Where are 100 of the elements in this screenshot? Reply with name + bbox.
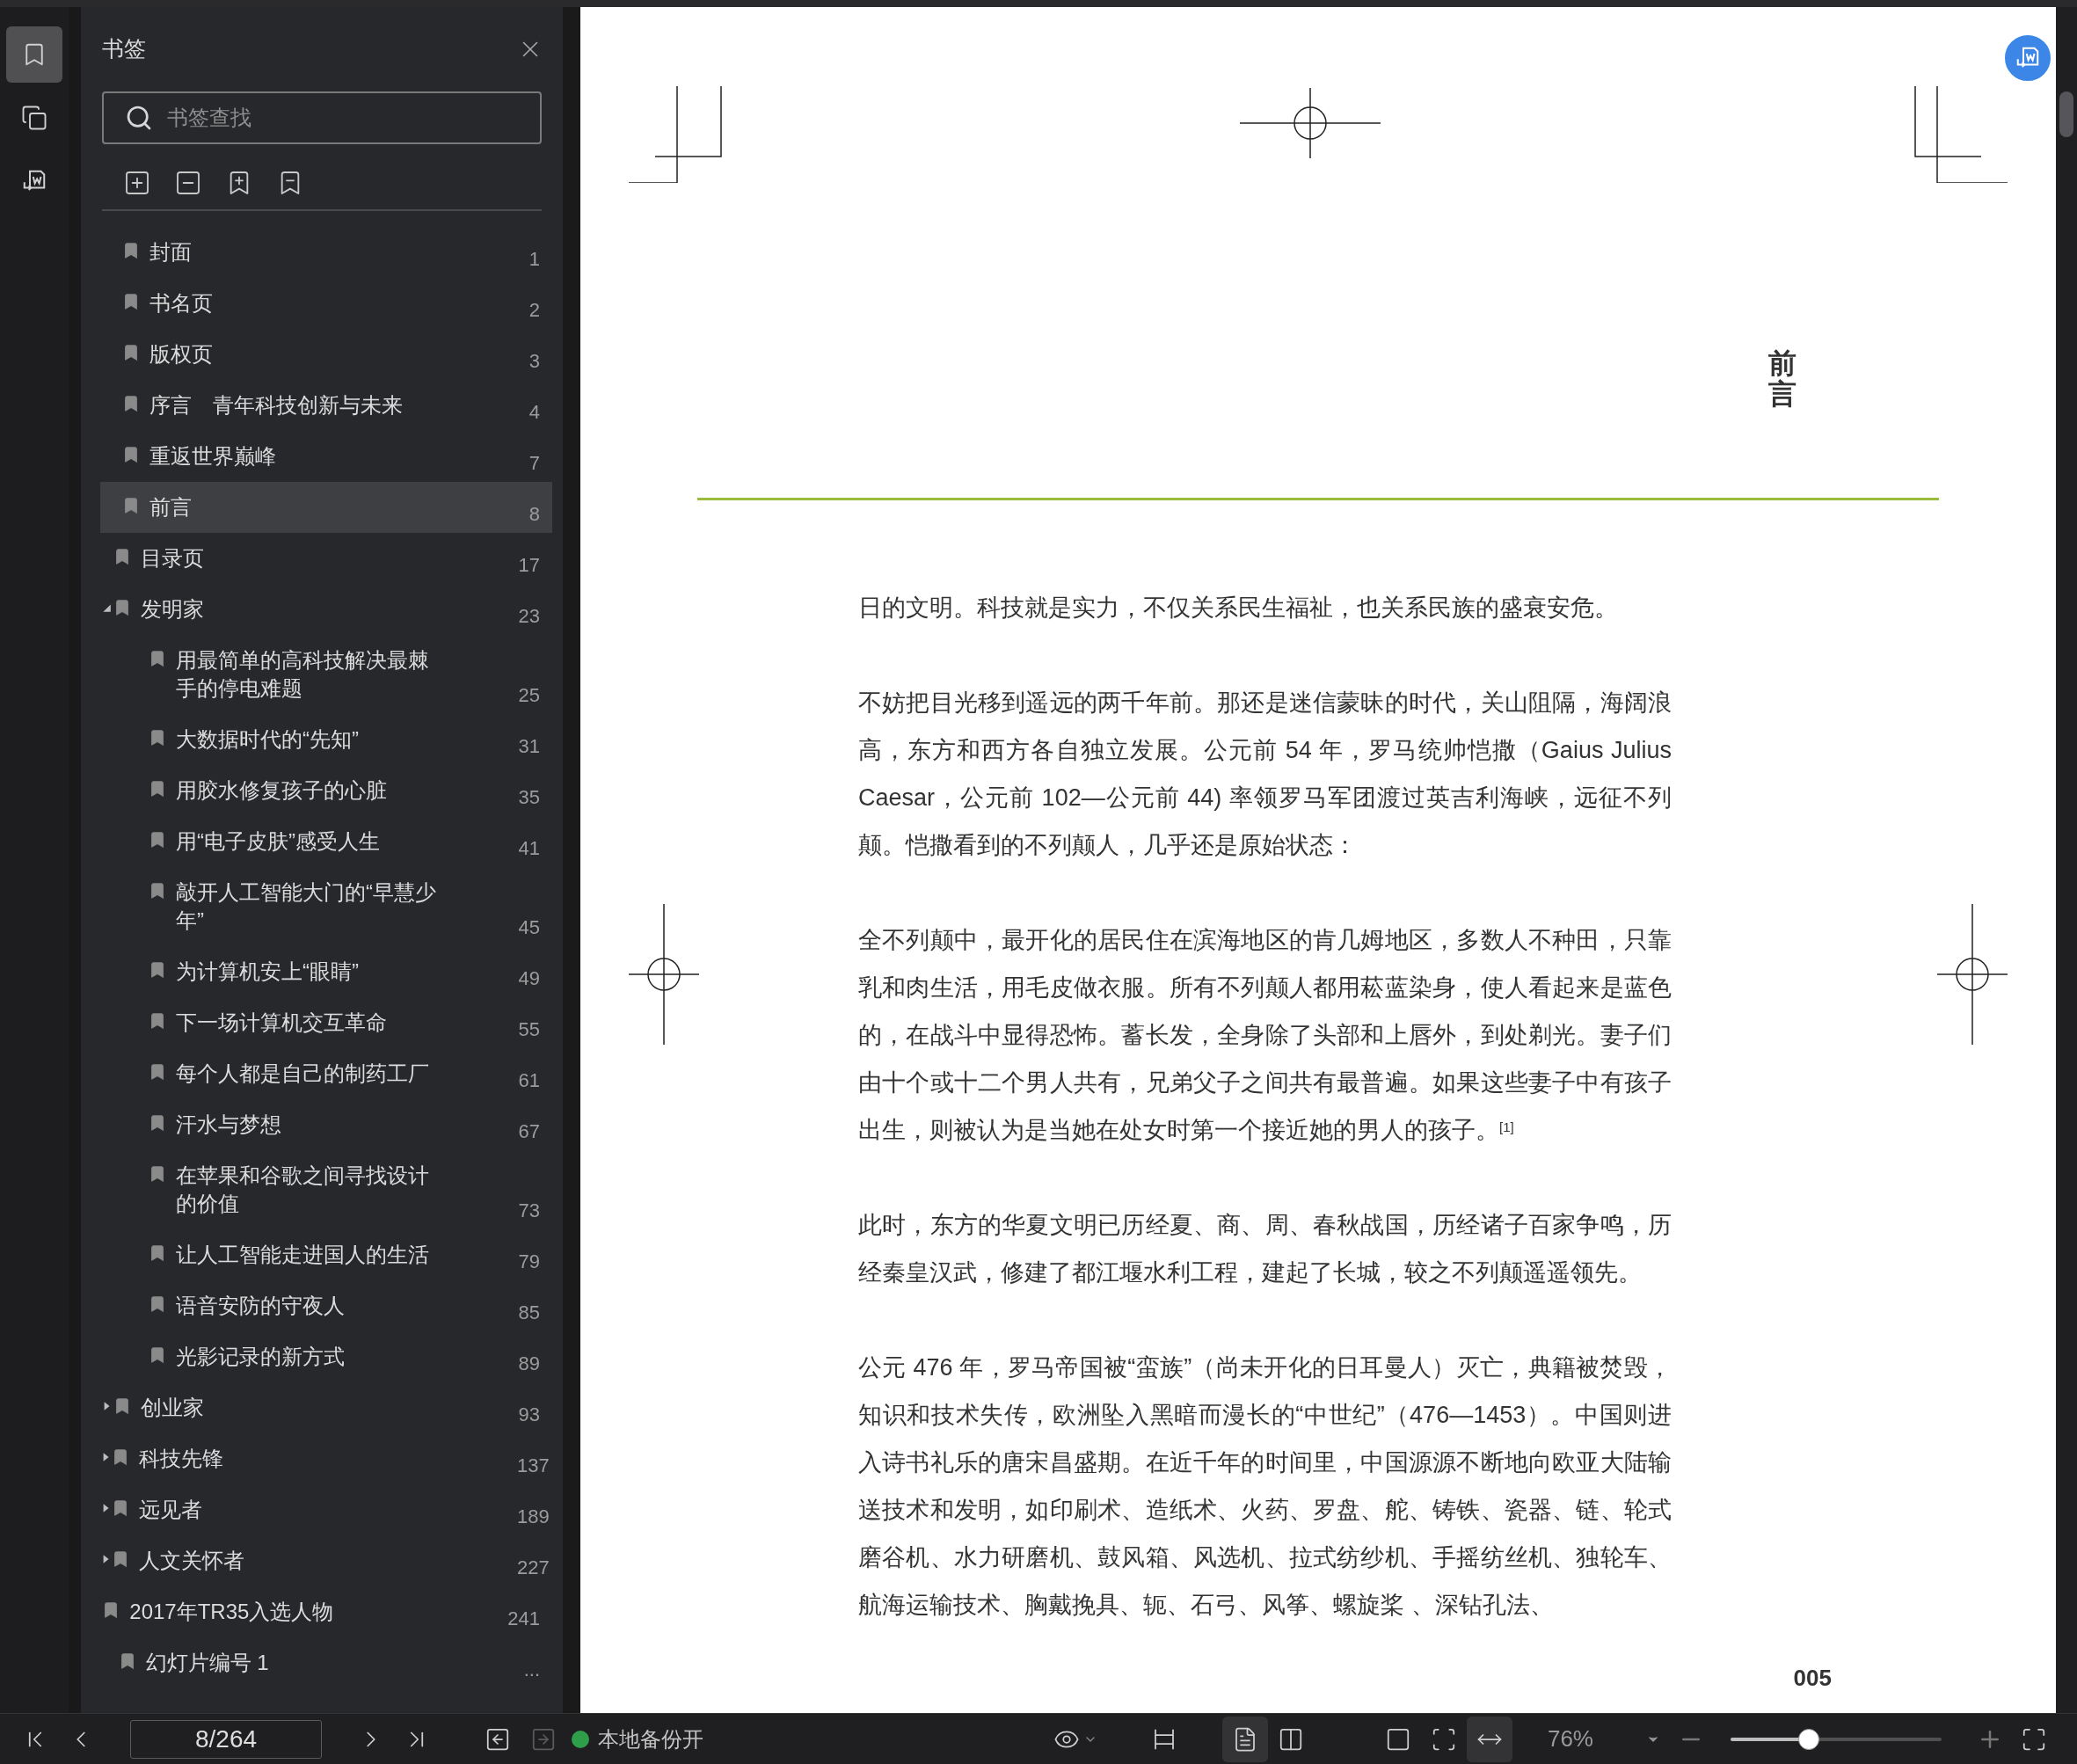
bookmark-label: 在苹果和谷歌之间寻找设计的价值	[176, 1163, 430, 1217]
bookmark-label: 书名页	[149, 290, 214, 317]
page-number: 89	[518, 1352, 540, 1376]
page-number: 45	[518, 915, 540, 940]
page-number: 31	[518, 734, 540, 759]
bookmark-label: 用胶水修复孩子的心脏	[176, 777, 388, 804]
zoom-dropdown[interactable]: 76%	[1547, 1722, 1660, 1756]
bookmark-label: 光影记录的新方式	[176, 1344, 346, 1370]
bookmark-item[interactable]: 前言 8	[100, 482, 552, 533]
bookmark-label: 目录页	[140, 545, 205, 572]
page-number: 7	[528, 451, 540, 476]
bookmark-item[interactable]: 远见者 189	[100, 1484, 552, 1535]
bookmark-label: 版权页	[149, 341, 214, 368]
page-number: 61	[518, 1068, 540, 1093]
bookmark-item[interactable]: 目录页 17	[100, 533, 552, 584]
bookmark-item[interactable]: 用胶水修复孩子的心脏 35	[100, 765, 552, 816]
expand-all-icon[interactable]	[123, 169, 151, 197]
bookmark-item[interactable]: 为计算机安上“眼睛” 49	[100, 946, 552, 997]
bookmark-label: 每个人都是自己的制药工厂	[176, 1061, 430, 1087]
bookmark-item[interactable]: 每个人都是自己的制药工厂 61	[100, 1048, 552, 1099]
page-number: 137	[517, 1454, 550, 1478]
page-field[interactable]: 8/264	[130, 1719, 322, 1759]
body-paragraph: 全不列颠中，最开化的居民住在滨海地区的肯几姆地区，多数人不种田，只靠乳和肉生活，用毛皮做衣服。所有不列颠人都用菘蓝染身，使人看起来是蓝色的，在战斗中显得恐怖。蓄长发，全身除了头部和上唇外，到处剃光。妻子们由十个或十二个男人共有，兄弟父子之间共有最普遍。如果这些妻子中有孩子出生，则被认为是当她在处女时第一个接近她的男人的孩子。$^{[1]}$	[858, 926, 1672, 1146]
page-number: 93	[518, 1403, 540, 1427]
page-number: 8	[528, 502, 540, 527]
bookmark-label: 发明家	[140, 596, 205, 623]
page-number: 85	[518, 1301, 540, 1325]
page-number: ...	[523, 1658, 540, 1682]
bookmark-label: 2017年TR35入选人物	[129, 1599, 335, 1625]
bookmark-label: 重返世界巅峰	[149, 443, 277, 470]
bookmark-label: 人文关怀者	[139, 1548, 245, 1574]
page-number: 4	[528, 400, 540, 425]
page-number: 227	[517, 1556, 550, 1580]
bookmark-item[interactable]: 2017年TR35入选人物 241	[100, 1586, 552, 1637]
bookmark-item[interactable]: 书名页 2	[100, 278, 552, 329]
page-number: 005	[1793, 1664, 1832, 1693]
bookmark-item[interactable]: 在苹果和谷歌之间寻找设计的价值 73	[100, 1150, 552, 1229]
bookmark-item[interactable]: 用“电子皮肤”感受人生 41	[100, 816, 552, 867]
bookmark-item[interactable]: 人文关怀者 227	[100, 1535, 552, 1586]
backup-status: 本地备份开	[598, 1725, 703, 1753]
search-field[interactable]: 书签查找	[102, 91, 542, 144]
bookmark-label: 用最简单的高科技解决最棘手的停电难题	[176, 647, 430, 702]
page-number: 23	[518, 604, 540, 629]
page-number: 41	[518, 836, 540, 861]
bookmark-label: 让人工智能走进国人的生活	[176, 1242, 430, 1268]
page-number: 67	[518, 1119, 540, 1144]
bookmark-label: 远见者	[139, 1497, 203, 1523]
body-paragraph: 不妨把目光移到遥远的两千年前。那还是迷信蒙昧的时代，关山阻隔，海阔浪高，东方和西方各自独立发展。公元前 54 年，罗马统帅恺撒（Gaius Julius Caesar，公元前 102—公元前 44) 率领罗马军团渡过英吉利海峡，远征不列颠。恺撒看到的不列颠人，几乎还是原始状态：	[858, 689, 1672, 861]
bookmark-label: 汗水与梦想	[176, 1112, 282, 1138]
bookmark-item[interactable]: 序言 青年科技创新与未来 4	[100, 380, 552, 431]
bookmark-item[interactable]: 版权页 3	[100, 329, 552, 380]
bookmark-label: 封面	[149, 239, 193, 266]
page-number: 55	[518, 1017, 540, 1042]
page-number: 3	[528, 349, 540, 374]
bookmark-label: 前言	[149, 494, 193, 521]
body-paragraph: 公元 476 年，罗马帝国被“蛮族”（尚未开化的日耳曼人）灭亡，典籍被焚毁，知识和技术失传，欧洲坠入黑暗而漫长的“中世纪”（476—1453）。中国则进入诗书礼乐的唐宋昌盛期。在近千年的时间里，中国源源不断地向欧亚大陆输送技术和发明，如印刷术、造纸术、火药、罗盘、舵、铸铁、瓷器、链、轮式磨谷机、水力研磨机、鼓风箱、风选机、拉式纺纱机、手摇纺丝机、独轮车、航海运输技术、胸戴挽具、轭、石弓、风筝、螺旋桨 、深钻孔法、	[858, 1353, 1672, 1621]
bookmark-label: 下一场计算机交互革命	[176, 1010, 388, 1036]
bookmark-label: 创业家	[140, 1395, 205, 1421]
search-icon	[125, 104, 153, 132]
bookmark-item[interactable]: 幻灯片编号 1 ...	[100, 1637, 552, 1688]
bookmark-item[interactable]: 大数据时代的“先知” 31	[100, 714, 552, 765]
page-number: 1	[528, 247, 540, 272]
bookmark-label: 幻灯片编号 1	[145, 1650, 270, 1676]
body-paragraph: 此时，东方的华夏文明已历经夏、商、周、春秋战国，历经诸子百家争鸣，历经秦皇汉武，修建了都江堰水利工程，建起了长城，较之不列颠遥遥领先。	[858, 1211, 1672, 1288]
page-number: 35	[518, 785, 540, 810]
bookmark-item[interactable]: 下一场计算机交互革命 55	[100, 997, 552, 1048]
zoom-slider[interactable]	[1731, 1727, 1942, 1751]
single-page-button[interactable]	[1221, 1716, 1268, 1762]
zoom-slider-thumb[interactable]	[1797, 1728, 1819, 1750]
bookmark-label: 敲开人工智能大门的“早慧少年”	[176, 879, 437, 934]
bookmark-item[interactable]: 科技先锋 137	[100, 1433, 552, 1484]
page-number: 189	[517, 1505, 550, 1529]
bookmark-label: 语音安防的守夜人	[176, 1293, 346, 1319]
page-number: 49	[518, 966, 540, 991]
bookmark-item[interactable]: 敲开人工智能大门的“早慧少年” 45	[100, 867, 552, 946]
bookmark-label: 序言 青年科技创新与未来	[149, 392, 404, 419]
bookmark-item[interactable]: 用最简单的高科技解决最棘手的停电难题 25	[100, 635, 552, 714]
bookmark-label: 用“电子皮肤”感受人生	[176, 828, 381, 855]
bookmark-item[interactable]: 光影记录的新方式 89	[100, 1331, 552, 1382]
bookmark-item[interactable]: 语音安防的守夜人 85	[100, 1280, 552, 1331]
bookmark-item[interactable]: 封面 1	[100, 227, 552, 278]
bookmark-item[interactable]: 汗水与梦想 67	[100, 1099, 552, 1150]
fit-width-button[interactable]	[1466, 1716, 1512, 1762]
page-number: 73	[518, 1199, 540, 1223]
page-number: 25	[518, 683, 540, 708]
bookmark-item[interactable]: 创业家 93	[100, 1382, 552, 1433]
page-number: 17	[518, 553, 540, 578]
bookmark-label: 为计算机安上“眼睛”	[176, 959, 360, 985]
body-paragraph: 日的文明。科技就是实力，不仅关系民生福祉，也关系民族的盛衰安危。	[858, 594, 1619, 623]
chapter-heading: 前言	[1768, 348, 1796, 411]
bookmark-panel-tab[interactable]	[6, 26, 62, 83]
bookmark-label: 大数据时代的“先知”	[176, 726, 360, 753]
bookmark-item[interactable]: 让人工智能走进国人的生活 79	[100, 1229, 552, 1280]
bookmark-item[interactable]: 重返世界巅峰 7	[100, 431, 552, 482]
bookmark-item[interactable]: 发明家 23	[100, 584, 552, 635]
pages-icon	[21, 105, 47, 131]
collapse-all-icon[interactable]	[174, 169, 202, 197]
bookmark-label: 科技先锋	[139, 1446, 224, 1472]
search-input[interactable]: 书签查找	[167, 102, 519, 134]
panel-title: 书签	[102, 35, 146, 63]
